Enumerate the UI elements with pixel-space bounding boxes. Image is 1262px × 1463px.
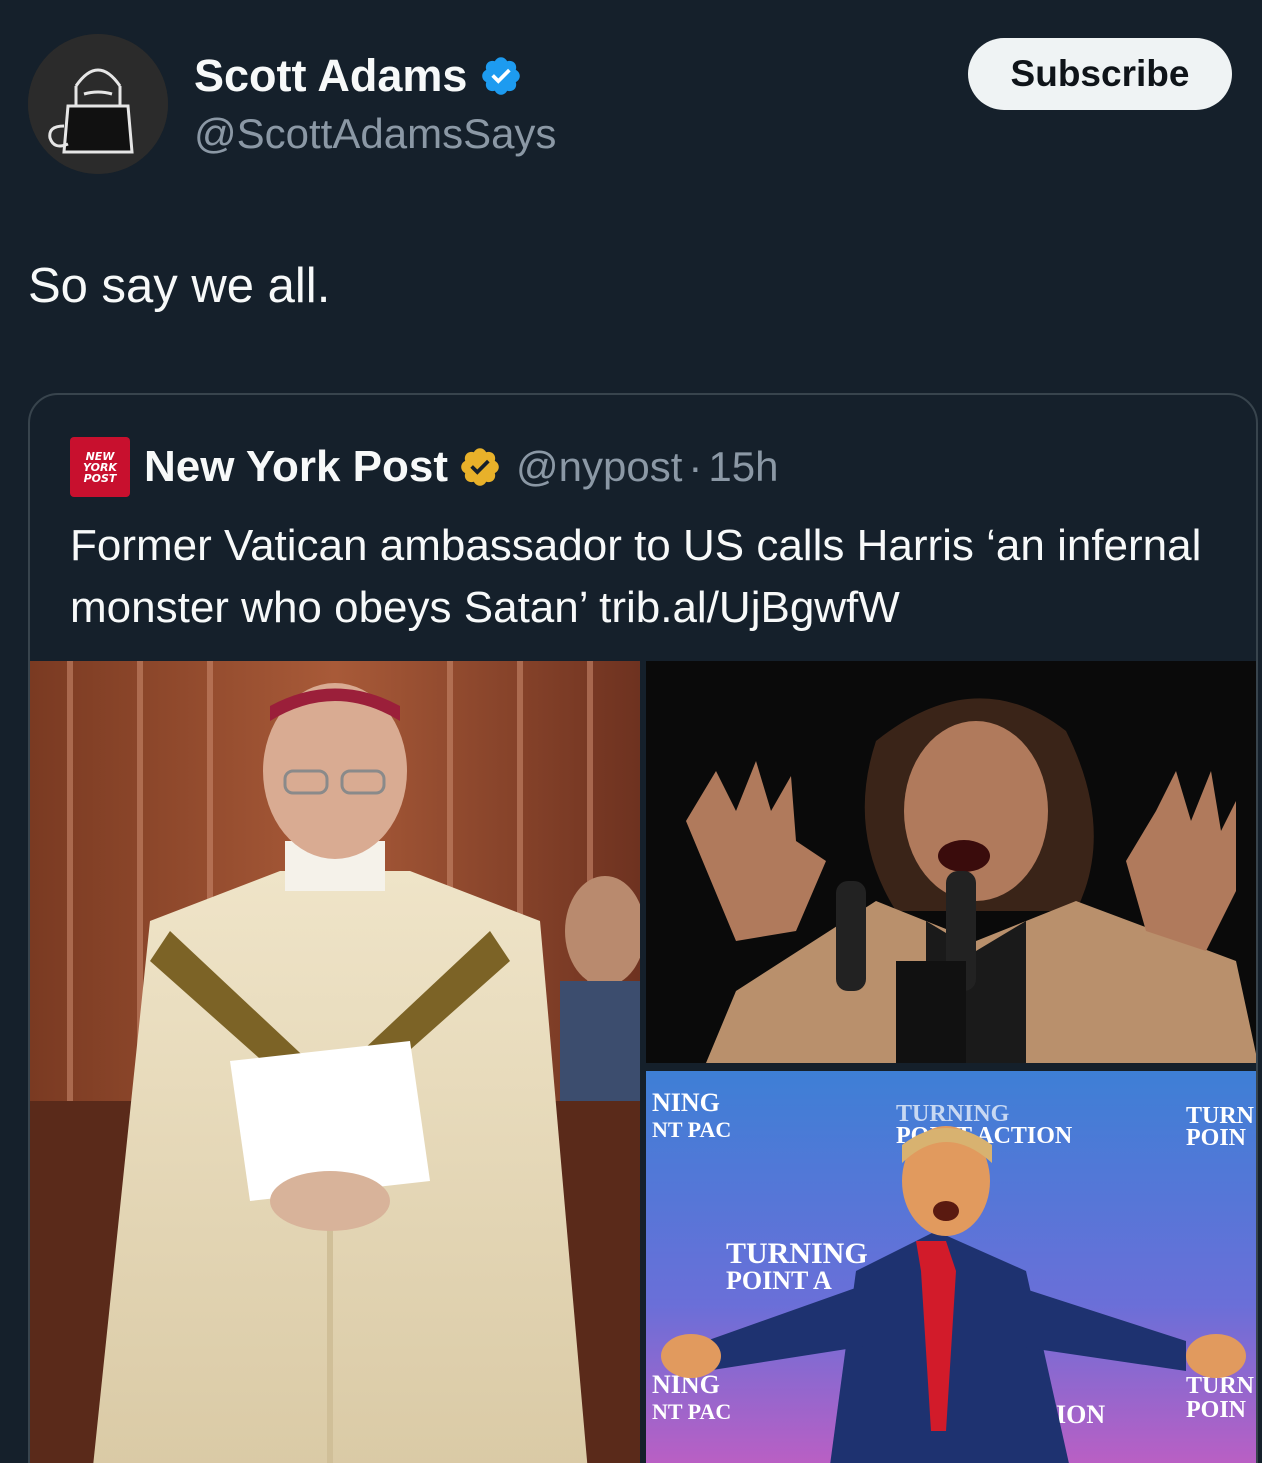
quoted-image-harris[interactable] (646, 661, 1256, 1063)
photo-icon (646, 661, 1256, 1063)
separator-dot: · (688, 443, 703, 490)
quoted-tweet-card[interactable]: NEW YORK POST New York Post @nypost · 15… (28, 393, 1258, 1463)
sign-text: NING (652, 1088, 720, 1117)
sign-text: POINT A (726, 1266, 832, 1295)
sign-text: POIN (1186, 1397, 1247, 1423)
author-name-text: Scott Adams (194, 50, 468, 101)
tweet: Scott Adams @ScottAdamsSays Subscribe So… (0, 0, 1262, 1463)
sign-text: POIN (1186, 1125, 1247, 1151)
author-name[interactable]: Scott Adams (194, 50, 523, 102)
quoted-tweet-header: NEW YORK POST New York Post @nypost · 15… (70, 437, 779, 497)
author-handle[interactable]: @ScottAdamsSays (194, 110, 556, 158)
nypost-logo[interactable]: NEW YORK POST (70, 437, 130, 497)
quoted-author-name[interactable]: New York Post (144, 442, 448, 492)
quoted-image-cleric[interactable] (30, 661, 640, 1463)
gold-verified-badge-icon (461, 448, 499, 486)
author-avatar[interactable] (28, 34, 168, 174)
sign-text: ION (1056, 1400, 1105, 1429)
dilbert-sketch-icon (28, 34, 168, 174)
quoted-author-handle[interactable]: @nypost (516, 443, 682, 491)
tweet-text: So say we all. (28, 259, 331, 313)
quoted-tweet-text: Former Vatican ambassador to US calls Ha… (70, 521, 1202, 632)
sign-text: NT PAC (652, 1399, 731, 1424)
photo-icon: NING NT PAC TURNING POINT ACTION TURN PO… (646, 1071, 1256, 1463)
photo-icon (30, 661, 640, 1463)
verified-badge-icon (482, 57, 521, 95)
quoted-timestamp[interactable]: 15h (708, 443, 778, 491)
subscribe-button[interactable]: Subscribe (968, 38, 1232, 110)
quoted-image-trump[interactable]: NING NT PAC TURNING POINT ACTION TURN PO… (646, 1071, 1256, 1463)
sign-text: NT PAC (652, 1117, 731, 1142)
